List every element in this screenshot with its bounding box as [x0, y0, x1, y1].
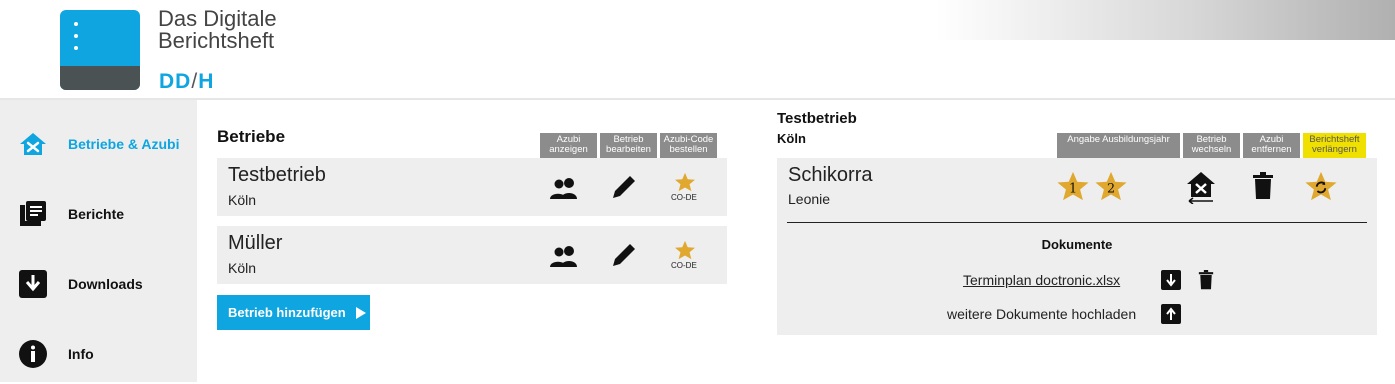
sidebar-item-label: Berichte	[68, 206, 125, 222]
col-azubi-anzeigen: Azubi anzeigen	[540, 133, 597, 158]
header: Das Digitale Berichtsheft DD/H	[0, 0, 1395, 100]
sidebar-item-betriebe[interactable]: Betriebe & Azubi	[0, 114, 197, 174]
azubi-last-name: Schikorra	[788, 164, 873, 186]
col-betrieb-wechseln: Betrieb wechseln	[1183, 133, 1240, 158]
add-company-button[interactable]: Betrieb hinzufügen	[217, 295, 370, 330]
sidebar: Betriebe & Azubi Berichte Downloads Info	[0, 100, 197, 382]
document-link[interactable]: Terminplan doctronic.xlsx	[963, 272, 1120, 288]
col-azubi-code: Azubi-Code bestellen	[660, 133, 717, 158]
pencil-icon[interactable]	[609, 240, 639, 270]
brand-abbr-b: H	[198, 70, 215, 93]
betriebe-title: Betriebe	[217, 127, 286, 146]
sidebar-item-berichte[interactable]: Berichte	[0, 184, 197, 244]
col-azubi-entfernen: Azubi entfernen	[1243, 133, 1300, 158]
company-name: Müller	[228, 232, 283, 254]
upload-icon[interactable]	[1161, 304, 1181, 324]
company-city: Köln	[228, 192, 257, 208]
trash-icon[interactable]	[1198, 270, 1214, 290]
star-icon[interactable]	[674, 240, 696, 260]
year-1-star-icon[interactable]: 1	[1056, 170, 1090, 202]
sidebar-item-label: Info	[68, 346, 94, 362]
info-icon	[19, 340, 47, 368]
people-icon[interactable]	[549, 244, 581, 268]
company-card-mueller[interactable]: Müller Köln CO-DE	[217, 226, 727, 284]
brand-line-2: Berichtsheft	[158, 28, 275, 53]
divider	[787, 222, 1367, 223]
sidebar-item-label: Downloads	[68, 276, 143, 292]
year-2-label: 2	[1107, 181, 1115, 196]
azubi-detail-card: Schikorra Leonie 1 2 Dokumente Terminpla…	[777, 158, 1377, 335]
company-card-testbetrieb[interactable]: Testbetrieb Köln CO-DE	[217, 158, 727, 216]
col-angabe-ausbildungsjahr: Angabe Ausbildungsjahr	[1057, 133, 1180, 158]
company-city: Köln	[228, 260, 257, 276]
detail-company-title: Testbetrieb	[777, 110, 857, 127]
code-label: CO-DE	[671, 261, 697, 270]
play-arrow-icon	[355, 306, 366, 319]
extend-star-icon[interactable]	[1304, 170, 1338, 202]
col-berichtsheft-verlaengern: Berichtsheft verlängern	[1303, 133, 1366, 158]
switch-company-icon[interactable]	[1185, 170, 1217, 204]
trash-icon[interactable]	[1252, 172, 1274, 200]
brand-abbr-a: DD	[159, 70, 192, 93]
year-1-label: 1	[1069, 181, 1077, 196]
azubi-first-name: Leonie	[788, 191, 831, 207]
year-2-star-icon[interactable]: 2	[1094, 170, 1128, 202]
detail-company-city: Köln	[777, 131, 806, 146]
brand-line-1: Das Digitale	[158, 6, 277, 31]
download-icon[interactable]	[1161, 270, 1181, 290]
col-betrieb-bearbeiten: Betrieb bearbeiten	[600, 133, 657, 158]
documents-title: Dokumente	[1041, 237, 1113, 252]
upload-text: weitere Dokumente hochladen	[947, 306, 1137, 322]
download-icon	[19, 270, 47, 298]
pencil-icon[interactable]	[609, 172, 639, 202]
company-name: Testbetrieb	[228, 164, 326, 186]
people-icon[interactable]	[549, 176, 581, 200]
brand-abbreviation: DD/H	[159, 70, 214, 94]
reports-icon	[20, 201, 46, 226]
sidebar-item-downloads[interactable]: Downloads	[0, 254, 197, 314]
star-icon[interactable]	[674, 172, 696, 192]
sidebar-item-label: Betriebe & Azubi	[68, 136, 180, 152]
app-logo[interactable]	[60, 10, 140, 90]
brand-title: Das Digitale Berichtsheft	[158, 8, 277, 52]
building-tools-icon	[20, 133, 46, 155]
header-gradient	[935, 0, 1395, 40]
add-company-label: Betrieb hinzufügen	[228, 305, 346, 320]
sidebar-item-info[interactable]: Info	[0, 324, 197, 384]
code-label: CO-DE	[671, 193, 697, 202]
